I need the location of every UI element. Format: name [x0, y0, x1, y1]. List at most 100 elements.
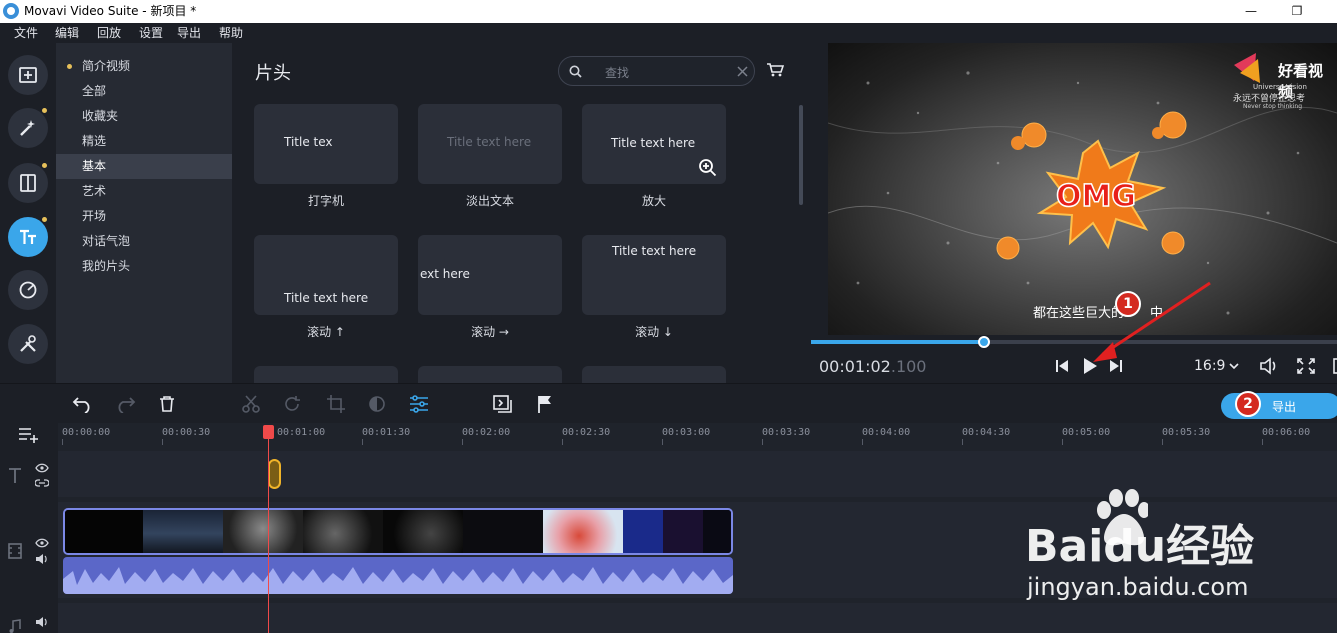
title-clip[interactable]	[268, 459, 281, 489]
ruler-label: 00:00:00	[62, 427, 111, 438]
new-indicator-dot	[42, 108, 47, 113]
category-item[interactable]: 开场	[56, 204, 232, 229]
eye-icon[interactable]	[35, 538, 49, 548]
delete-icon[interactable]	[159, 395, 175, 413]
clip-properties-icon[interactable]	[409, 395, 429, 413]
audio-waveform[interactable]	[63, 557, 733, 594]
category-item[interactable]: 艺术	[56, 179, 232, 204]
menu-settings[interactable]: 设置	[139, 25, 163, 41]
ruler-tick	[762, 439, 763, 445]
minimize-button[interactable]: —	[1228, 0, 1274, 23]
clip-thumbnail	[703, 510, 731, 553]
ruler-tick	[1262, 439, 1263, 445]
restore-button[interactable]: ❐	[1274, 0, 1320, 23]
menu-help[interactable]: 帮助	[219, 25, 243, 41]
clear-search-icon[interactable]	[737, 66, 748, 77]
color-adjust-icon[interactable]	[368, 395, 386, 413]
new-indicator-dot	[42, 163, 47, 168]
stickers-button[interactable]	[8, 270, 48, 310]
category-item-selected[interactable]: 基本	[56, 154, 232, 179]
ruler-tick	[162, 439, 163, 445]
category-item[interactable]: 收藏夹	[56, 104, 232, 129]
title-preset-tile[interactable]: Title text here	[254, 235, 398, 315]
eye-icon[interactable]	[35, 463, 49, 473]
title-categories: 简介视频 全部 收藏夹 精选 基本 艺术 开场 对话气泡 我的片头	[56, 43, 232, 383]
link-icon[interactable]	[35, 478, 49, 488]
tile-label: 淡出文本	[465, 194, 514, 208]
baidu-watermark: Baidu经验	[1025, 521, 1255, 572]
title-preset-tile[interactable]	[418, 366, 562, 383]
ruler-label: 00:05:30	[1162, 427, 1211, 438]
marker-flag-icon[interactable]	[537, 395, 553, 413]
music-track[interactable]	[58, 603, 1337, 633]
tile-label: 滚动 ↓	[635, 325, 673, 339]
transitions-button[interactable]	[8, 163, 48, 203]
svg-text:OMG: OMG	[1056, 179, 1136, 214]
crop-icon[interactable]	[327, 395, 345, 413]
baidu-watermark-url: jingyan.baidu.com	[1027, 573, 1249, 601]
title-preset-tile[interactable]	[582, 366, 726, 383]
filters-button[interactable]	[8, 108, 48, 148]
app-logo-icon	[3, 3, 19, 19]
ruler-label: 00:01:30	[362, 427, 411, 438]
category-item[interactable]: 简介视频	[56, 54, 232, 79]
menu-file[interactable]: 文件	[14, 25, 38, 41]
zoom-preview-icon[interactable]	[698, 158, 718, 178]
playhead[interactable]	[268, 430, 269, 633]
title-preset-tile[interactable]: Title text here	[582, 235, 726, 315]
search-box[interactable]: 查找	[558, 56, 755, 86]
menu-export[interactable]: 导出	[177, 25, 201, 41]
new-indicator-dot	[67, 64, 72, 69]
menu-playback[interactable]: 回放	[97, 25, 121, 41]
volume-icon[interactable]	[1259, 357, 1279, 375]
search-input[interactable]: 查找	[605, 64, 629, 81]
video-preview[interactable]: OMG 好看视频 Universe Vision 永远不曾停止思考 Never …	[828, 43, 1337, 335]
rotate-icon[interactable]	[283, 395, 301, 413]
redo-icon[interactable]	[114, 395, 136, 413]
export-button-label[interactable]: 导出	[1272, 398, 1296, 415]
ruler-tick	[1062, 439, 1063, 445]
magic-wand-icon	[20, 120, 35, 136]
category-item[interactable]: 对话气泡	[56, 229, 232, 254]
seek-handle[interactable]	[978, 336, 990, 348]
panel-scrollbar[interactable]	[799, 105, 803, 205]
insert-title-icon[interactable]	[493, 395, 513, 413]
more-tools-button[interactable]	[8, 324, 48, 364]
fullscreen-icon[interactable]	[1297, 358, 1315, 374]
titles-icon	[20, 229, 36, 244]
clip-thumbnail	[143, 510, 223, 553]
stickers-icon	[19, 281, 37, 299]
add-track-icon[interactable]	[18, 427, 40, 443]
title-preset-tile[interactable]: Title tex	[254, 104, 398, 184]
title-preset-tile[interactable]: ext here	[418, 235, 562, 315]
tile-label: 放大	[641, 194, 666, 208]
brand-subtitle: Universe Vision	[1253, 83, 1307, 91]
clip-thumbnail	[383, 510, 463, 553]
category-item[interactable]: 全部	[56, 79, 232, 104]
store-cart-icon[interactable]	[766, 62, 784, 78]
add-media-button[interactable]	[8, 55, 48, 95]
title-bar: Movavi Video Suite - 新项目 * — ❐	[0, 0, 1337, 23]
title-preset-tile[interactable]	[254, 366, 398, 383]
cut-icon[interactable]	[242, 395, 260, 413]
undo-icon[interactable]	[72, 395, 94, 413]
ruler-label: 00:06:00	[1262, 427, 1311, 438]
titles-button[interactable]	[8, 217, 48, 257]
category-item[interactable]: 精选	[56, 129, 232, 154]
previous-frame-icon[interactable]	[1055, 359, 1069, 373]
speaker-icon[interactable]	[35, 616, 49, 628]
clip-thumbnail	[223, 510, 303, 553]
playhead-handle[interactable]	[263, 425, 274, 439]
video-clip[interactable]	[63, 508, 733, 555]
window-title: Movavi Video Suite - 新项目 *	[24, 4, 197, 18]
title-preset-tile[interactable]: Title text here	[418, 104, 562, 184]
player-panel: OMG 好看视频 Universe Vision 永远不曾停止思考 Never …	[811, 43, 1337, 383]
clip-thumbnail	[663, 510, 703, 553]
menu-bar: 文件 编辑 回放 设置 导出 帮助	[0, 23, 1337, 43]
step-badge-1: 1	[1115, 291, 1141, 317]
menu-edit[interactable]: 编辑	[55, 25, 79, 41]
title-preset-tile[interactable]: Title text here	[582, 104, 726, 184]
category-item[interactable]: 我的片头	[56, 254, 232, 279]
detach-player-icon[interactable]	[1333, 358, 1337, 374]
speaker-icon[interactable]	[35, 553, 49, 565]
